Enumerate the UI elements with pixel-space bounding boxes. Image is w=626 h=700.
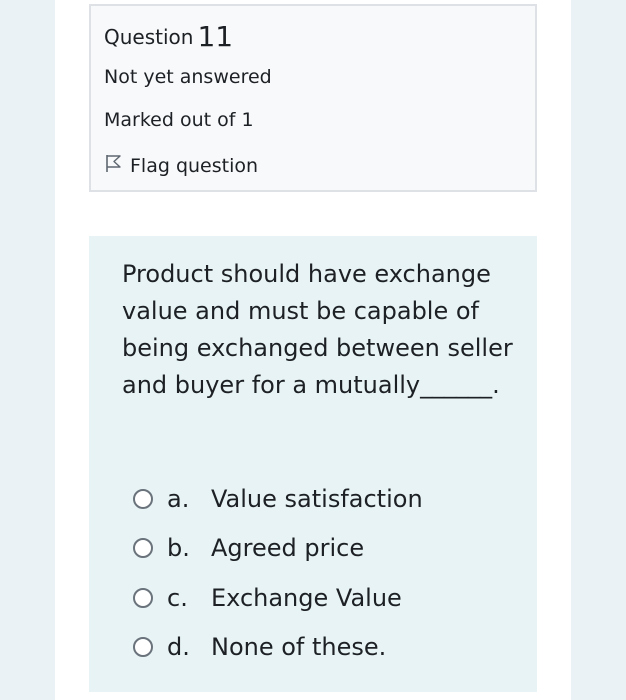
answer-options: a. Value satisfaction b. Agreed price c.…	[133, 474, 423, 672]
question-content: Product should have exchange value and m…	[89, 236, 537, 692]
option-text: None of these.	[211, 633, 387, 662]
option-letter: d.	[167, 633, 190, 662]
answer-option-b[interactable]: b. Agreed price	[133, 524, 423, 574]
flag-icon	[104, 153, 130, 178]
answer-option-d[interactable]: d. None of these.	[133, 623, 423, 673]
question-info-box: Question 11 Not yet answered Marked out o…	[89, 4, 537, 192]
answer-option-c[interactable]: c. Exchange Value	[133, 573, 423, 623]
question-state: Not yet answered	[104, 66, 272, 88]
option-letter: c.	[167, 583, 188, 612]
option-text: Exchange Value	[211, 583, 402, 612]
option-letter: b.	[167, 534, 190, 563]
question-grade: Marked out of 1	[104, 109, 254, 131]
question-number-value: 11	[197, 20, 234, 53]
flag-question-link[interactable]: Flag question	[104, 153, 258, 178]
answer-option-a[interactable]: a. Value satisfaction	[133, 474, 423, 524]
option-letter: a.	[167, 484, 190, 513]
radio-button[interactable]	[133, 538, 153, 559]
radio-button[interactable]	[133, 488, 153, 509]
flag-question-label: Flag question	[130, 154, 259, 177]
radio-button[interactable]	[133, 637, 153, 658]
question-text: Product should have exchange value and m…	[122, 260, 513, 399]
radio-button[interactable]	[133, 587, 153, 608]
option-text: Agreed price	[211, 534, 365, 563]
option-text: Value satisfaction	[211, 484, 423, 513]
question-label: Question	[104, 25, 194, 49]
question-number: Question 11	[104, 20, 233, 53]
